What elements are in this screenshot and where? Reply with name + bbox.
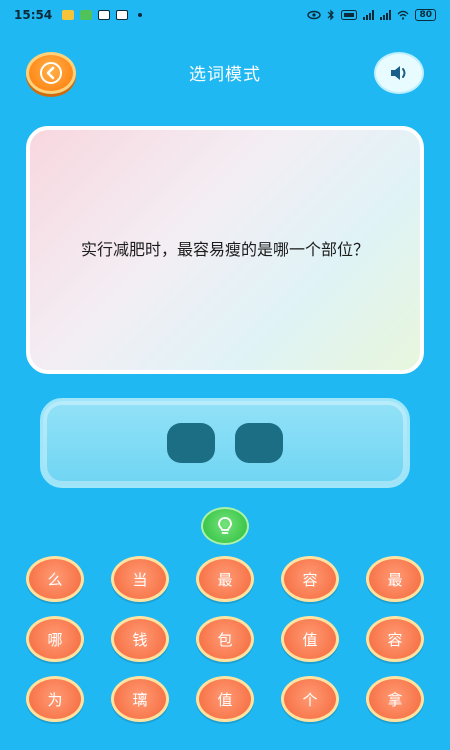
char-button[interactable]: 包 [196, 616, 254, 662]
speaker-icon [391, 66, 406, 80]
char-button[interactable]: 值 [196, 676, 254, 722]
question-card: 实行减肥时，最容易瘦的是哪一个部位？ [26, 126, 424, 374]
char-button[interactable]: 当 [111, 556, 169, 602]
sound-button[interactable] [374, 52, 424, 94]
signal-1-icon [363, 10, 375, 20]
char-button[interactable]: 容 [281, 556, 339, 602]
hd-icon [341, 10, 358, 20]
answer-panel [40, 398, 410, 488]
hint-button[interactable] [201, 507, 249, 545]
question-text: 实行减肥时，最容易瘦的是哪一个部位？ [80, 240, 369, 259]
char-button[interactable]: 钱 [111, 616, 169, 662]
char-button[interactable]: 最 [366, 556, 424, 602]
eye-icon [307, 10, 322, 20]
battery-indicator: 80 [415, 9, 436, 21]
char-button[interactable]: 为 [26, 676, 84, 722]
message-icon [80, 10, 93, 20]
camera-icon [98, 10, 111, 20]
bluetooth-icon [328, 9, 335, 21]
status-bar: 15:54 80 [0, 0, 450, 30]
notification-dot-icon [138, 13, 143, 17]
lightbulb-icon [218, 517, 232, 534]
char-button[interactable]: 么 [26, 556, 84, 602]
status-time: 15:54 [14, 8, 53, 22]
answer-slot-2[interactable] [235, 423, 283, 463]
char-button[interactable]: 最 [196, 556, 254, 602]
status-right: 80 [307, 9, 436, 21]
char-button[interactable]: 值 [281, 616, 339, 662]
signal-2-icon [380, 10, 392, 20]
status-left: 15:54 [14, 8, 143, 22]
char-button[interactable]: 拿 [366, 676, 424, 722]
wifi-icon [398, 10, 409, 20]
char-grid: 么 当 最 容 最 哪 钱 包 值 容 为 璃 值 个 拿 [20, 556, 430, 722]
answer-slot-1[interactable] [167, 423, 215, 463]
char-button[interactable]: 璃 [111, 676, 169, 722]
char-button[interactable]: 个 [281, 676, 339, 722]
header: 选词模式 [0, 46, 450, 100]
gallery-icon [62, 10, 75, 20]
char-button[interactable]: 容 [366, 616, 424, 662]
chat-icon [116, 10, 129, 20]
char-button[interactable]: 哪 [26, 616, 84, 662]
